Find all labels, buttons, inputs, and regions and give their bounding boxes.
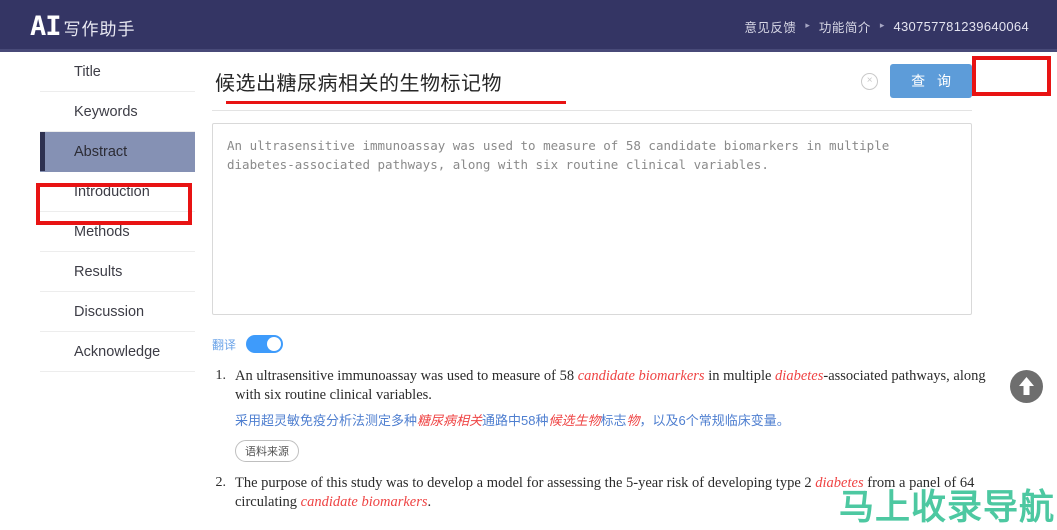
sidebar-item-abstract[interactable]: Abstract bbox=[40, 132, 195, 172]
main-content: × 查 询 翻译 1. An ultrasensitive immunoassa… bbox=[195, 52, 1057, 524]
translate-label: 翻译 bbox=[212, 337, 237, 352]
list-item: 1. An ultrasensitive immunoassay was use… bbox=[212, 367, 997, 462]
sidebar-item-introduction[interactable]: Introduction bbox=[40, 172, 195, 212]
highlight-term: diabetes bbox=[775, 368, 824, 384]
text-run: in multiple bbox=[704, 368, 776, 384]
sidebar-item-label: Introduction bbox=[74, 183, 150, 200]
clear-icon[interactable]: × bbox=[861, 72, 879, 90]
result-body: The purpose of this study was to develop… bbox=[235, 474, 997, 512]
query-button[interactable]: 查 询 bbox=[890, 64, 972, 98]
header-link-feedback[interactable]: 意见反馈 bbox=[744, 17, 796, 36]
list-item: 2. The purpose of this study was to deve… bbox=[212, 474, 997, 512]
translate-toggle-row: 翻译 bbox=[212, 335, 1057, 353]
sidebar-item-label: Results bbox=[74, 263, 123, 280]
sidebar-item-acknowledge[interactable]: Acknowledge bbox=[40, 332, 195, 372]
annotation-underline-search bbox=[226, 101, 566, 104]
sidebar-item-title[interactable]: Title bbox=[40, 52, 195, 92]
text-run: ，以及6个常规临床变量。 bbox=[639, 413, 790, 428]
sidebar-item-keywords[interactable]: Keywords bbox=[40, 92, 195, 132]
text-run: . bbox=[427, 494, 432, 510]
result-number: 1. bbox=[215, 368, 227, 383]
app-header: AI 写作助手 意见反馈 ▸ 功能简介 ▸ 430757781239640064 bbox=[0, 0, 1057, 52]
sidebar-item-label: Keywords bbox=[74, 103, 138, 120]
annotation-box-query-button bbox=[972, 56, 1051, 96]
text-run: An ultrasensitive immunoassay was used t… bbox=[235, 368, 578, 384]
sidebar-item-label: Abstract bbox=[74, 143, 128, 160]
sidebar-item-results[interactable]: Results bbox=[40, 252, 195, 292]
arrow-up-icon bbox=[1019, 377, 1034, 395]
page-body: Title Keywords Abstract Introduction Met… bbox=[0, 52, 1057, 530]
result-english: An ultrasensitive immunoassay was used t… bbox=[235, 367, 997, 405]
text-run: 采用超灵敏免疫分析法测定多种 bbox=[235, 413, 418, 428]
header-user-id[interactable]: 430757781239640064 bbox=[893, 19, 1029, 34]
sidebar-item-methods[interactable]: Methods bbox=[40, 212, 195, 252]
results-list: 1. An ultrasensitive immunoassay was use… bbox=[212, 367, 997, 512]
sidebar-item-label: Methods bbox=[74, 223, 130, 240]
sidebar-nav: Title Keywords Abstract Introduction Met… bbox=[40, 52, 195, 372]
source-corpus-chip[interactable]: 语料来源 bbox=[235, 440, 299, 462]
result-translation: 采用超灵敏免疫分析法测定多种糖尿病相关通路中58种候选生物标志物，以及6个常规临… bbox=[235, 411, 997, 431]
back-to-top-button[interactable] bbox=[1010, 370, 1043, 403]
highlight-term: 候选生物 bbox=[548, 413, 601, 428]
logo-ai-mark: AI bbox=[30, 10, 62, 42]
text-run: 标志 bbox=[600, 413, 627, 428]
abstract-textarea[interactable] bbox=[212, 123, 972, 315]
highlight-term: candidate biomarkers bbox=[577, 368, 705, 384]
chevron-right-icon-1: ▸ bbox=[805, 19, 810, 30]
search-input[interactable] bbox=[215, 69, 862, 93]
translate-switch[interactable] bbox=[246, 335, 284, 353]
text-run: 通路中58种 bbox=[482, 413, 549, 428]
highlight-term: diabetes bbox=[815, 475, 864, 491]
editor-container bbox=[212, 123, 972, 320]
header-nav: 意见反馈 ▸ 功能简介 ▸ 430757781239640064 bbox=[744, 17, 1029, 36]
result-number: 2. bbox=[215, 475, 227, 490]
search-bar: × 查 询 bbox=[212, 52, 1051, 111]
sidebar-item-label: Title bbox=[74, 63, 101, 80]
highlight-term: 物 bbox=[626, 413, 640, 428]
highlight-term: 糖尿病相关 bbox=[417, 413, 483, 428]
highlight-term: candidate biomarkers bbox=[300, 494, 428, 510]
chevron-right-icon-2: ▸ bbox=[879, 19, 885, 30]
result-english: The purpose of this study was to develop… bbox=[235, 474, 997, 512]
switch-knob bbox=[267, 337, 282, 351]
sidebar-container: Title Keywords Abstract Introduction Met… bbox=[0, 52, 195, 372]
sidebar-item-discussion[interactable]: Discussion bbox=[40, 292, 195, 332]
text-run: The purpose of this study was to develop… bbox=[235, 475, 816, 491]
sidebar-item-label: Discussion bbox=[74, 303, 145, 320]
logo-subtitle: 写作助手 bbox=[63, 19, 136, 39]
app-logo[interactable]: AI 写作助手 bbox=[30, 13, 136, 40]
result-body: An ultrasensitive immunoassay was used t… bbox=[235, 367, 997, 462]
header-link-features[interactable]: 功能简介 bbox=[819, 17, 871, 36]
sidebar-item-label: Acknowledge bbox=[74, 343, 161, 360]
